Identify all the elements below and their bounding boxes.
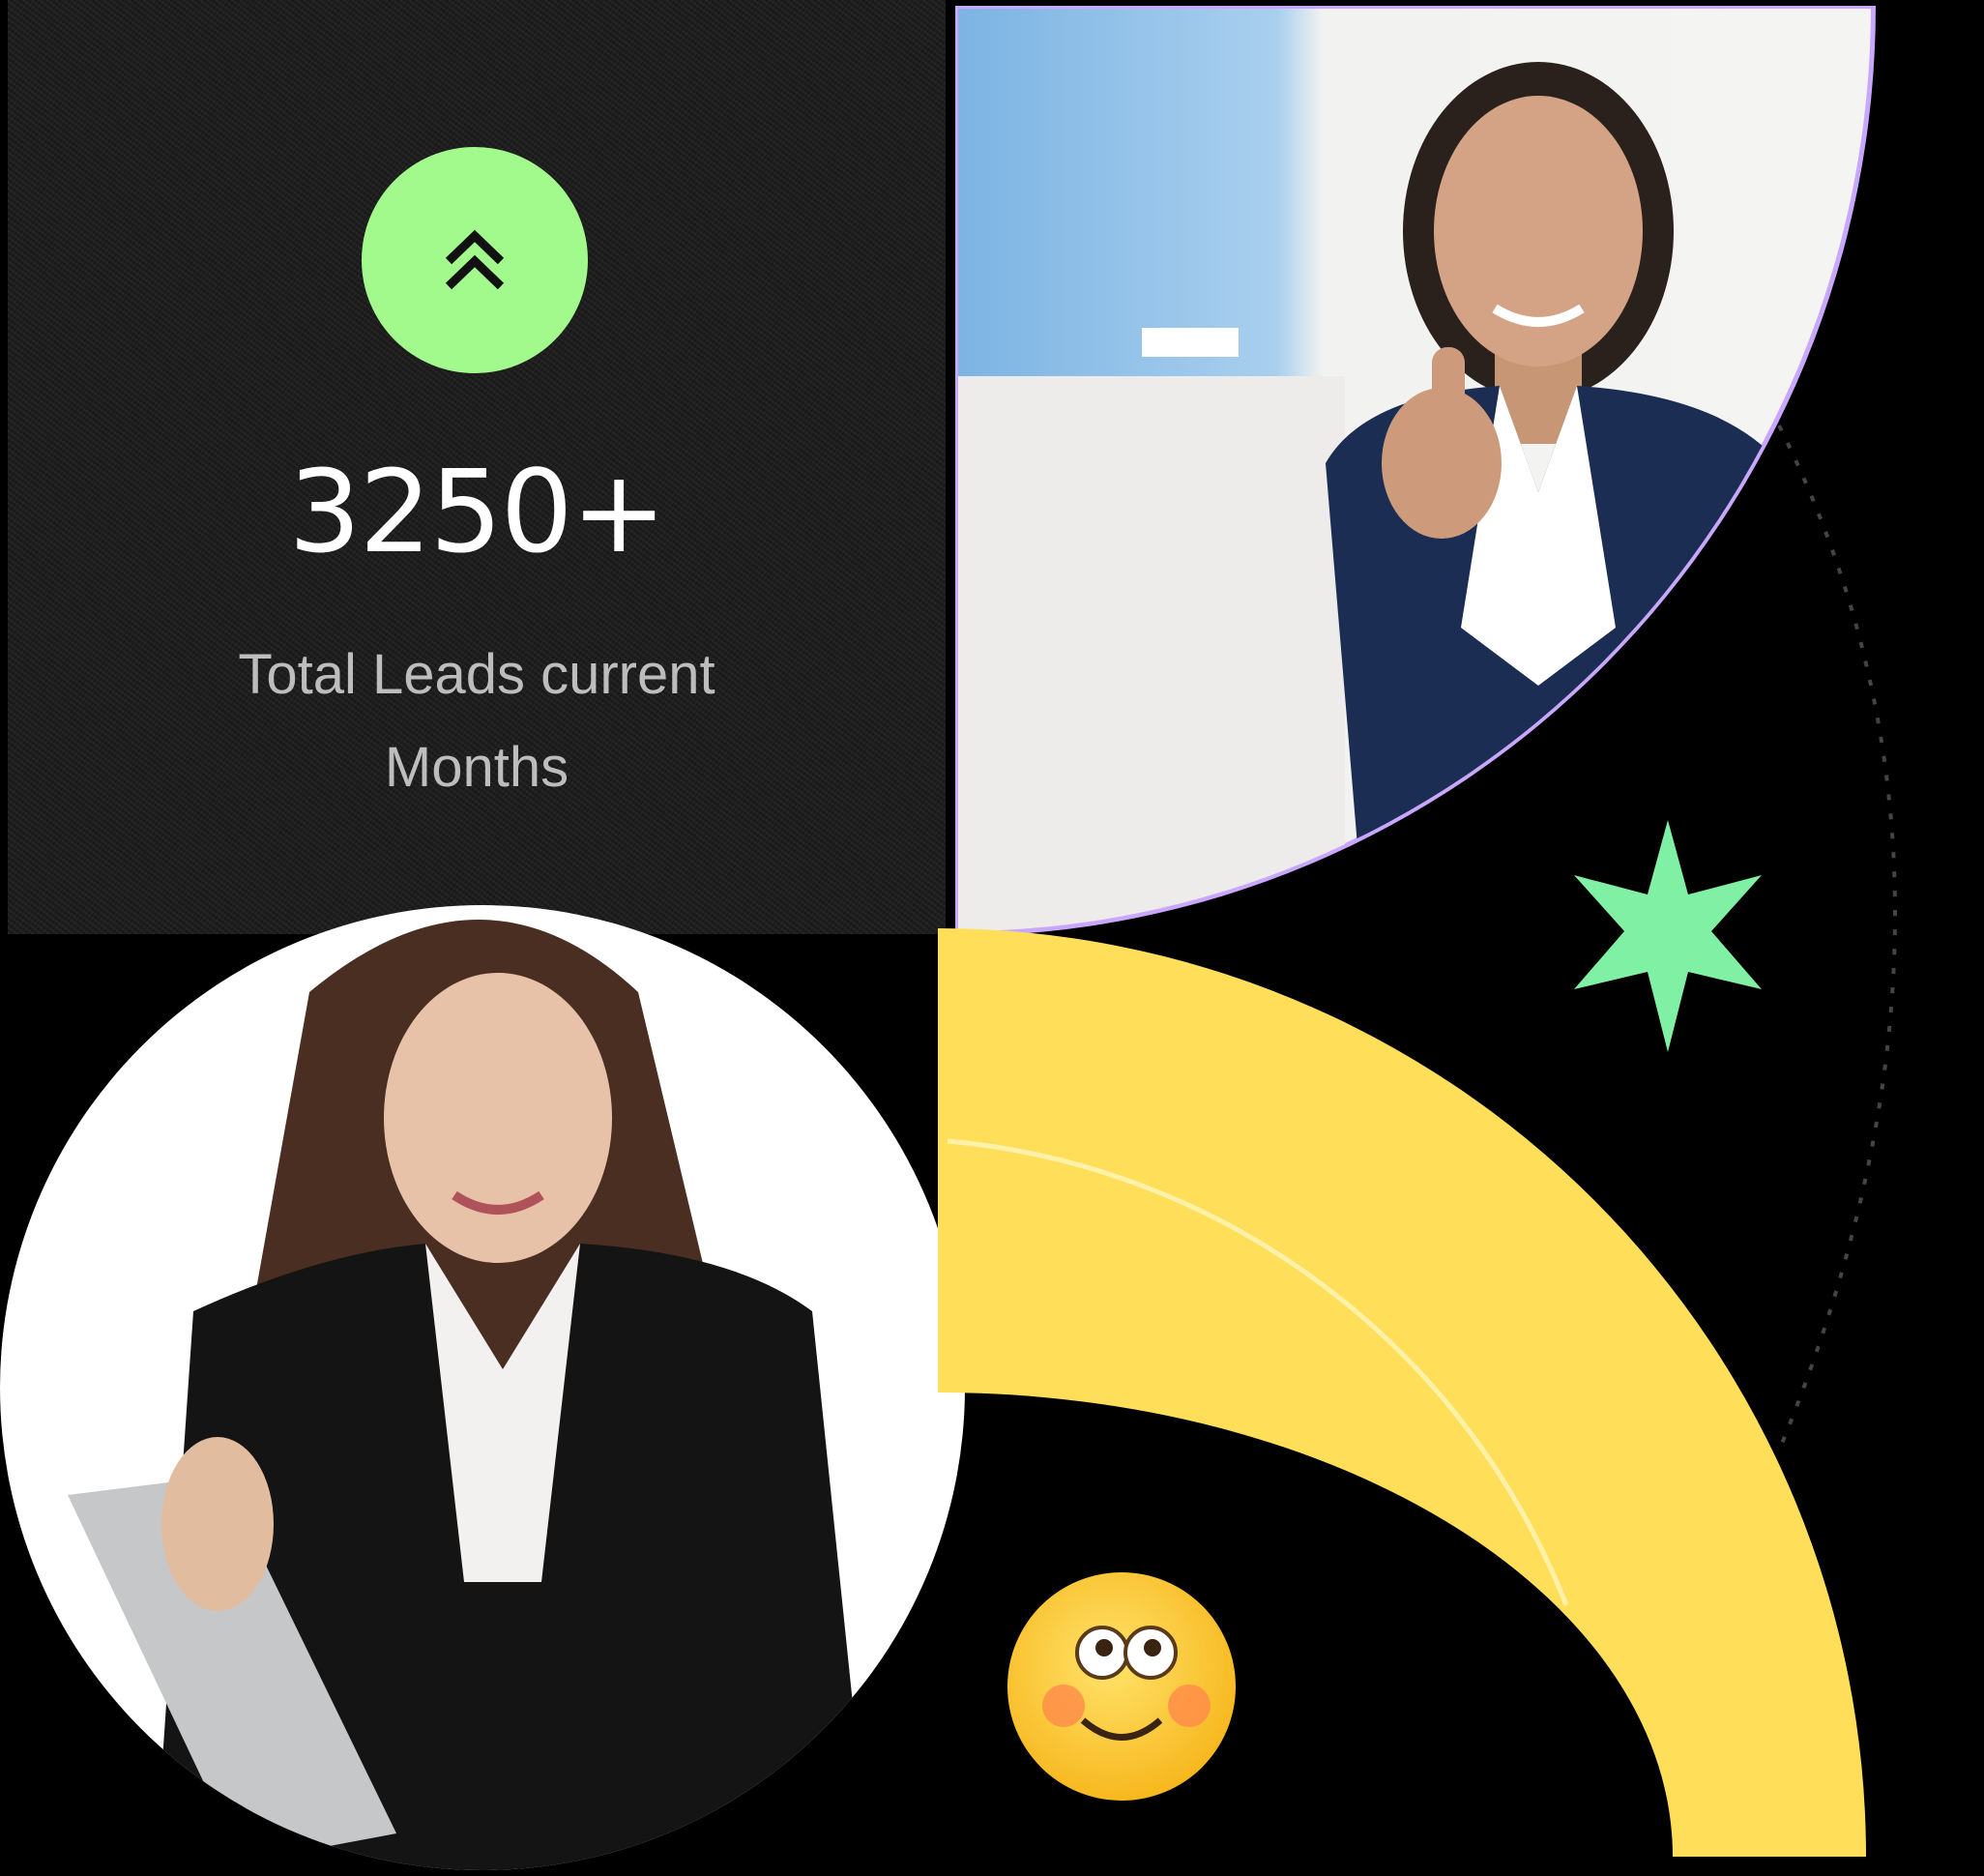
double-chevron-up-icon [445,229,505,290]
businesswoman-with-tablet-photo [0,905,965,1870]
photo-illustration [958,62,1780,931]
businesswoman-pointing-photo [955,6,1876,936]
photo-illustration [68,920,870,1870]
smiling-emoji-icon [1007,1572,1236,1801]
up-badge [362,147,588,373]
star-icon [1574,820,1762,1052]
stat-value: 3250+ [288,445,666,578]
stat-label: Total Leads current Months [238,643,715,799]
stats-card: 3250+ Total Leads current Months [8,0,946,934]
